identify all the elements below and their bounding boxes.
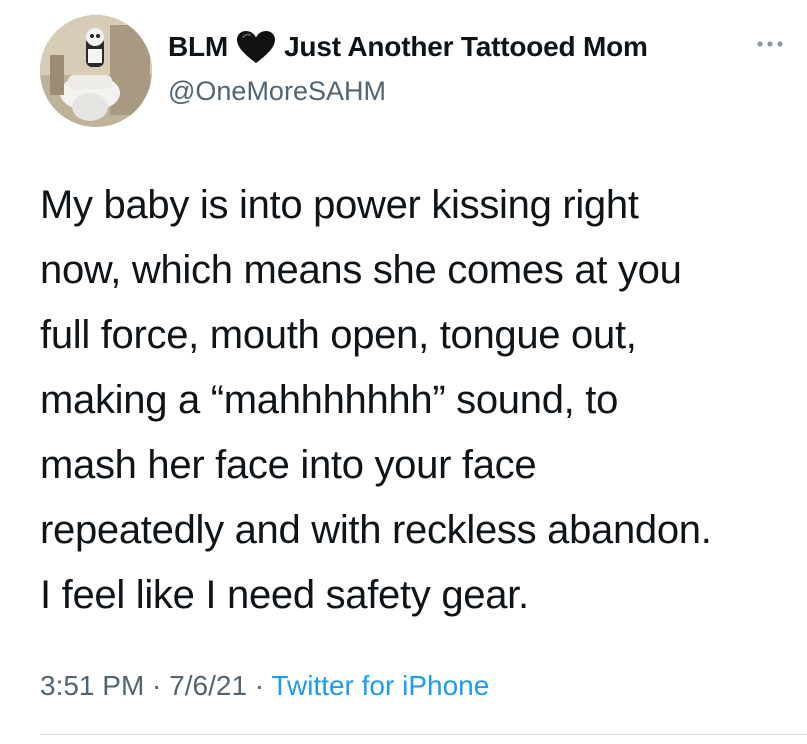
- tweet-meta: 3:51 PM · 7/6/21 · Twitter for iPhone: [40, 670, 489, 702]
- tweet-text-line: now, which means she comes at you: [40, 248, 682, 292]
- tweet-text-line: I feel like I need safety gear.: [40, 573, 529, 617]
- tweet-text-line: mash her face into your face: [40, 443, 537, 487]
- tweet-text-line: repeatedly and with reckless abandon.: [40, 508, 712, 552]
- display-name-suffix: Just Another Tattooed Mom: [284, 31, 648, 62]
- tweet-text-line: My baby is into power kissing right: [40, 183, 639, 227]
- tweet-card: BLM Just Another Tattooed Mom @OneMoreSA…: [0, 0, 807, 744]
- user-handle[interactable]: @OneMoreSAHM: [168, 76, 386, 107]
- tweet-date[interactable]: 7/6/21: [169, 670, 247, 701]
- divider: [40, 734, 807, 735]
- tweet-text-line: making a “mahhhhhhh” sound, to: [40, 378, 619, 422]
- more-options-icon[interactable]: [752, 36, 788, 52]
- display-name-prefix: BLM: [168, 31, 229, 62]
- meta-separator: ·: [247, 670, 272, 701]
- tweet-text-line: full force, mouth open, tongue out,: [40, 313, 637, 357]
- display-name[interactable]: BLM Just Another Tattooed Mom: [168, 30, 648, 64]
- tweet-text: My baby is into power kissing right now,…: [40, 173, 800, 628]
- profile-avatar[interactable]: [40, 15, 152, 127]
- avatar-photo: [40, 15, 152, 127]
- tweet-time[interactable]: 3:51 PM: [40, 670, 144, 701]
- meta-separator: ·: [144, 670, 170, 701]
- black-heart-icon: [236, 30, 276, 64]
- tweet-source-link[interactable]: Twitter for iPhone: [271, 670, 489, 701]
